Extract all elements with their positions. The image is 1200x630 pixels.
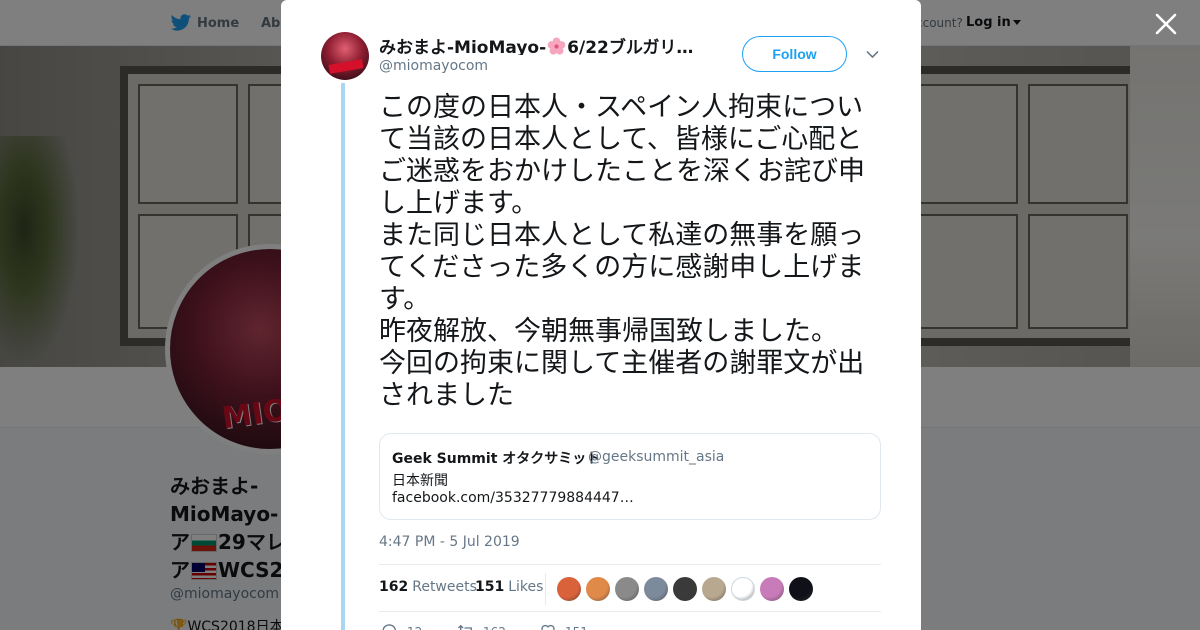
quoted-tweet-card[interactable]: Geek Summit オタクサミット @geeksummit_asia 日本新… (379, 433, 881, 520)
quote-author-handle: @geeksummit_asia (588, 449, 725, 465)
chevron-down-icon[interactable] (864, 46, 881, 63)
liker-avatar[interactable] (615, 577, 639, 601)
author-avatar[interactable] (321, 32, 369, 80)
stats-divider (545, 573, 546, 605)
heart-icon (541, 624, 555, 630)
liker-avatar[interactable] (586, 577, 610, 601)
liker-avatar[interactable] (644, 577, 668, 601)
liker-avatar[interactable] (702, 577, 726, 601)
cherry-blossom-icon (547, 37, 566, 55)
author-handle[interactable]: @miomayocom (379, 58, 488, 74)
quote-author-name: Geek Summit オタクサミット (392, 451, 601, 467)
close-icon[interactable] (1154, 12, 1178, 36)
tweet-modal: みおまよ-MioMayo- 6/22ブルガリ… @miomayocom Foll… (281, 0, 921, 630)
tweet-stats: 162 Retweets 151 Likes (379, 564, 881, 612)
likes-stat[interactable]: 151 Likes (475, 579, 543, 595)
tweet-actions: 12 162 151 (379, 622, 679, 630)
thread-line (341, 83, 345, 630)
author-name-start: みおまよ-MioMayo- (379, 38, 547, 55)
liker-avatar[interactable] (673, 577, 697, 601)
liker-avatar[interactable] (760, 577, 784, 601)
retweet-button[interactable]: 162 (457, 622, 506, 630)
tweet-timestamp[interactable]: 4:47 PM - 5 Jul 2019 (379, 534, 520, 550)
liker-avatar[interactable] (731, 577, 755, 601)
liker-avatar[interactable] (789, 577, 813, 601)
author-name-rest: 6/22ブルガリ… (567, 38, 694, 55)
reply-icon (382, 624, 396, 630)
retweets-stat[interactable]: 162 Retweets (379, 579, 477, 595)
liker-avatar[interactable] (557, 577, 581, 601)
retweet-icon (458, 624, 472, 630)
quote-link[interactable]: facebook.com/35327779884447… (392, 490, 634, 506)
like-button[interactable]: 151 (539, 622, 588, 630)
tweet-text: この度の日本人・スペイン人拘束について当該の日本人として、皆様にご心配とご迷惑を… (379, 92, 865, 411)
quote-text: 日本新聞 (392, 473, 448, 489)
liker-avatars (557, 577, 818, 601)
reply-button[interactable]: 12 (381, 622, 422, 630)
follow-button[interactable]: Follow (742, 36, 847, 72)
author-name[interactable]: みおまよ-MioMayo- 6/22ブルガリ… (379, 33, 695, 55)
